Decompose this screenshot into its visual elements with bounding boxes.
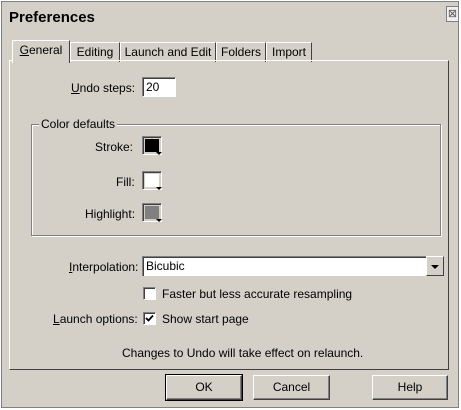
ok-button[interactable]: OK <box>165 374 243 401</box>
show-start-page-label: Show start page <box>162 312 249 326</box>
fill-color-swatch[interactable] <box>142 171 162 190</box>
tab-general-mnemonic: G <box>19 43 29 57</box>
chevron-down-icon <box>431 265 439 269</box>
faster-resampling-checkbox[interactable] <box>143 287 156 300</box>
dialog-title: Preferences <box>9 9 95 26</box>
highlight-color-swatch[interactable] <box>142 203 162 222</box>
fill-label: Fill: <box>116 175 135 189</box>
launch-options-mnemonic: L <box>53 312 60 326</box>
title-bar: Preferences ⊠ <box>2 2 458 32</box>
show-start-page-checkbox[interactable] <box>143 312 156 325</box>
help-button[interactable]: Help <box>372 375 448 400</box>
tab-folders-label: Folders <box>220 45 261 59</box>
undo-steps-mnemonic: U <box>71 81 80 95</box>
stroke-color-swatch[interactable] <box>142 136 162 155</box>
faster-resampling-label: Faster but less accurate resampling <box>162 287 353 301</box>
highlight-color-fill <box>145 206 159 219</box>
tab-launch-and-edit[interactable]: Launch and Edit <box>120 42 216 62</box>
relaunch-notice: Changes to Undo will take effect on rela… <box>122 346 364 360</box>
interpolation-select[interactable]: Bicubic <box>142 256 444 276</box>
undo-steps-input[interactable]: 20 <box>142 77 176 97</box>
tab-editing-label: Editing <box>76 45 114 59</box>
chevron-down-icon <box>156 187 162 190</box>
chevron-down-icon <box>156 152 162 155</box>
tab-import-label: Import <box>271 45 306 59</box>
interpolation-label: Interpolation: <box>69 260 138 274</box>
stroke-color-fill <box>145 139 159 152</box>
color-defaults-title: Color defaults <box>39 117 118 131</box>
cancel-button[interactable]: Cancel <box>253 375 330 400</box>
tab-folders[interactable]: Folders <box>216 42 266 62</box>
undo-steps-label-text: ndo steps: <box>79 81 136 95</box>
tab-general[interactable]: General <box>12 40 70 63</box>
highlight-label: Highlight: <box>85 207 136 221</box>
tab-launch-and-edit-label: Launch and Edit <box>124 45 212 59</box>
undo-steps-label: Undo steps: <box>71 81 135 95</box>
interpolation-label-text: nterpolation: <box>72 260 139 274</box>
tab-editing[interactable]: Editing <box>70 42 120 62</box>
close-icon[interactable]: ⊠ <box>446 6 458 22</box>
fill-color-fill <box>145 174 159 187</box>
undo-steps-value: 20 <box>146 80 160 94</box>
tab-general-label: eneral <box>28 43 63 57</box>
launch-options-label-text: aunch options: <box>59 312 138 326</box>
interpolation-value: Bicubic <box>142 256 426 276</box>
stroke-label: Stroke: <box>95 140 134 154</box>
interpolation-dropdown-button[interactable] <box>426 256 444 276</box>
chevron-down-icon <box>156 219 162 222</box>
check-icon <box>145 314 154 322</box>
launch-options-label: Launch options: <box>53 312 138 326</box>
tab-import[interactable]: Import <box>266 42 312 62</box>
